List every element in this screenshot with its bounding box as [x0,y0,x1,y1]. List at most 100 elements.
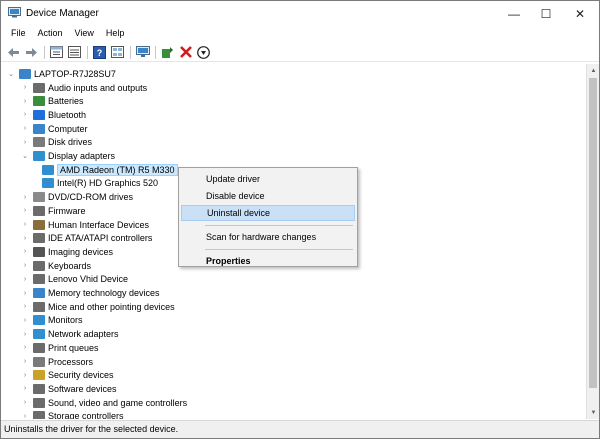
device-category-icon [33,233,45,244]
context-menu-update-driver[interactable]: Update driver [181,171,355,187]
tree-item-display-adapters[interactable]: ⌄ Display adapters [20,149,115,163]
expand-chevron-icon[interactable]: › [20,372,30,379]
tree-item-mice-and-other-pointing-devices[interactable]: › Mice and other pointing devices [20,300,175,314]
scroll-down-arrow[interactable]: ▼ [587,406,600,419]
update-driver-icon[interactable] [160,45,175,59]
uninstall-icon[interactable] [178,45,193,59]
toolbar-separator [155,45,156,59]
tree-item-sound-video-and-game-controllers[interactable]: › Sound, video and game controllers [20,396,187,410]
expand-chevron-icon[interactable]: › [20,344,30,351]
tree-item-label: Mice and other pointing devices [48,301,175,312]
help-icon[interactable]: ? [92,45,107,59]
device-category-icon [33,246,45,257]
tree-item-bluetooth[interactable]: › Bluetooth [20,108,86,122]
tree-item-ide-ata-atapi-controllers[interactable]: › IDE ATA/ATAPI controllers [20,231,152,245]
tree-item-print-queues[interactable]: › Print queues [20,341,99,355]
expand-chevron-icon[interactable]: › [20,235,30,242]
device-category-icon [33,370,45,381]
menu-action[interactable]: Action [33,26,68,43]
device-category-icon [33,219,45,230]
expand-chevron-icon[interactable]: › [20,399,30,406]
scroll-up-arrow[interactable]: ▲ [587,64,600,77]
tree-item-processors[interactable]: › Processors [20,355,93,369]
expand-chevron-icon[interactable]: › [20,290,30,297]
tree-item-storage-controllers[interactable]: › Storage controllers [20,410,124,419]
context-menu-uninstall-device[interactable]: Uninstall device [181,205,355,221]
tree-item-label: Security devices [48,370,114,381]
tree-item-label: Keyboards [48,260,92,271]
menu-bar: File Action View Help [1,26,599,43]
tree-item-security-devices[interactable]: › Security devices [20,368,114,382]
device-category-icon [33,411,45,419]
tree-item-label: Memory technology devices [48,288,160,299]
tree-item-label: Lenovo Vhid Device [48,274,129,285]
close-button[interactable]: ✕ [563,1,597,26]
menu-file[interactable]: File [6,26,31,43]
collapse-chevron-icon[interactable]: ⌄ [20,152,30,160]
context-menu-separator [205,225,353,226]
device-category-icon [33,137,45,148]
tree-item-disk-drives[interactable]: › Disk drives [20,136,92,150]
back-icon[interactable] [6,45,21,59]
minimize-button[interactable]: — [497,1,531,26]
vertical-scrollbar[interactable]: ▲ ▼ [586,64,599,419]
expand-chevron-icon[interactable]: › [20,331,30,338]
tree-item-dvd-cd-rom-drives[interactable]: › DVD/CD-ROM drives [20,190,133,204]
tree-item-label: Audio inputs and outputs [48,82,148,93]
tree-item-intel-r-hd-graphics-520[interactable]: Intel(R) HD Graphics 520 [29,177,158,191]
device-manager-window: Device Manager — ☐ ✕ File Action View He… [0,0,600,439]
tree-item-firmware[interactable]: › Firmware [20,204,86,218]
context-menu-properties[interactable]: Properties [181,253,355,269]
maximize-button[interactable]: ☐ [529,1,563,26]
expand-chevron-icon[interactable]: › [20,221,30,228]
tree-item-memory-technology-devices[interactable]: › Memory technology devices [20,286,160,300]
tree-item-audio-inputs-and-outputs[interactable]: › Audio inputs and outputs [20,81,147,95]
tree-item-keyboards[interactable]: › Keyboards [20,259,91,273]
expand-chevron-icon[interactable]: › [20,385,30,392]
expand-chevron-icon[interactable]: › [20,413,30,419]
expand-chevron-icon[interactable]: › [20,98,30,105]
expand-chevron-icon[interactable]: › [20,303,30,310]
expand-chevron-icon[interactable]: › [20,84,30,91]
device-category-icon [33,260,45,271]
menu-view[interactable]: View [70,26,99,43]
tree-item-network-adapters[interactable]: › Network adapters [20,327,119,341]
tree-item-label: Software devices [48,383,117,394]
tree-item-human-interface-devices[interactable]: › Human Interface Devices [20,218,149,232]
view-icon[interactable] [110,45,125,59]
tree-item-imaging-devices[interactable]: › Imaging devices [20,245,113,259]
tree-item-lenovo-vhid-device[interactable]: › Lenovo Vhid Device [20,273,128,287]
device-category-icon [33,301,45,312]
context-menu-scan-for-hardware-changes[interactable]: Scan for hardware changes [181,229,355,245]
expand-chevron-icon[interactable]: › [20,276,30,283]
tree-item-label: Display adapters [48,151,116,162]
collapse-chevron-icon[interactable]: ⌄ [6,70,16,78]
tree-item-monitors[interactable]: › Monitors [20,314,83,328]
tree-root-computer[interactable]: ⌄ LAPTOP-R7J28SU7 [6,67,116,81]
expand-chevron-icon[interactable]: › [20,139,30,146]
tree-item-batteries[interactable]: › Batteries [20,94,84,108]
expand-chevron-icon[interactable]: › [20,248,30,255]
expand-chevron-icon[interactable]: › [20,111,30,118]
tree-item-software-devices[interactable]: › Software devices [20,382,117,396]
expand-chevron-icon[interactable]: › [20,125,30,132]
expand-chevron-icon[interactable]: › [20,194,30,201]
expand-chevron-icon[interactable]: › [20,317,30,324]
device-manager-app-icon [8,7,21,18]
title-bar[interactable]: Device Manager — ☐ ✕ [1,1,599,26]
forward-icon[interactable] [24,45,39,59]
list-icon[interactable] [67,45,82,59]
properties-icon[interactable] [49,45,64,59]
download-icon[interactable] [196,45,211,59]
context-menu-disable-device[interactable]: Disable device [181,188,355,204]
tree-item-amd-radeon-tm-r5-m330[interactable]: AMD Radeon (TM) R5 M330 [29,163,178,177]
scrollbar-thumb[interactable] [589,78,597,388]
toolbar-separator [130,45,131,59]
expand-chevron-icon[interactable]: › [20,262,30,269]
expand-chevron-icon[interactable]: › [20,358,30,365]
menu-help[interactable]: Help [101,26,130,43]
device-category-icon [33,383,45,394]
tree-item-computer[interactable]: › Computer [20,122,88,136]
expand-chevron-icon[interactable]: › [20,207,30,214]
monitor-icon[interactable] [135,45,150,59]
